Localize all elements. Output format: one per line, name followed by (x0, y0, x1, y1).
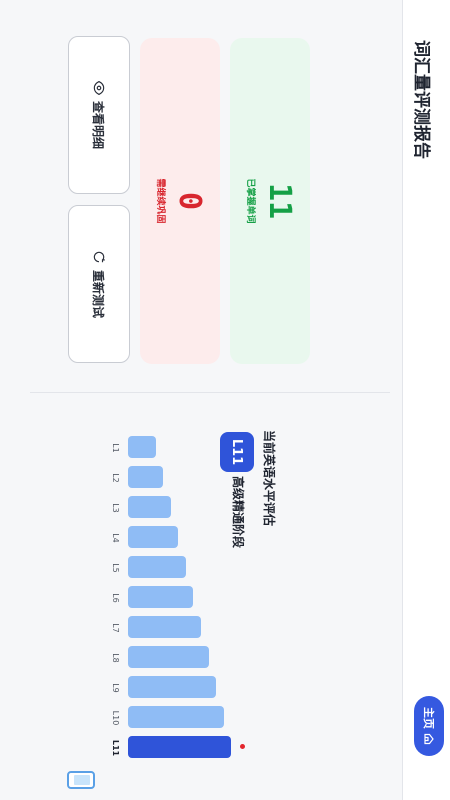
retest-button[interactable]: 重新测试 (68, 205, 130, 363)
level-label-l3: L3 (111, 503, 120, 513)
level-label-l6: L6 (111, 593, 120, 603)
level-label-l8: L8 (111, 653, 120, 663)
level-label-l2: L2 (111, 473, 120, 483)
eye-icon (93, 80, 105, 95)
section-divider (30, 392, 390, 393)
review-label: 需继续巩固 (155, 178, 166, 224)
level-label-l9: L9 (111, 683, 120, 693)
phone-illustration-icon (67, 771, 95, 789)
review-count: 0 (172, 191, 208, 211)
level-bar-l10 (128, 706, 224, 728)
current-level-marker (240, 744, 245, 749)
level-label-l5: L5 (111, 563, 120, 573)
level-bar-l6 (128, 586, 193, 608)
level-bar-l9 (128, 676, 216, 698)
refresh-icon (93, 251, 105, 263)
view-detail-button[interactable]: 查看明细 (68, 36, 130, 194)
review-card: 0 需继续巩固 (140, 38, 220, 364)
level-label-l10: L10 (111, 710, 120, 726)
level-label-l4: L4 (111, 533, 120, 543)
level-bar-l8 (128, 646, 209, 668)
level-bar-l2 (128, 466, 163, 488)
level-bar-l5 (128, 556, 186, 578)
level-bar-l1 (128, 436, 156, 458)
retest-label: 重新测试 (91, 269, 106, 318)
level-bar-l7 (128, 616, 201, 638)
level-bar-l3 (128, 496, 171, 518)
view-detail-label: 查看明细 (91, 100, 106, 149)
mastered-label: 已掌握单词 (245, 178, 256, 224)
mastered-card: 11 已掌握单词 (230, 38, 310, 364)
level-label-l11: L11 (111, 739, 120, 757)
level-bar-l4 (128, 526, 178, 548)
page-title: 词汇量评测报告 (411, 40, 431, 159)
rotated-screen: 词汇量评测报告 主页 11 已掌握单词 0 需继续巩固 查看明细 重新测试 当前… (0, 0, 450, 800)
level-label-l1: L1 (111, 443, 120, 453)
mastered-count: 11 (262, 182, 298, 220)
level-bar-l11 (128, 736, 231, 758)
level-bar-chart: L1 L2 L3 L4 L5 L6 L7 L8 L9 L10 L11 (0, 426, 450, 766)
level-label-l7: L7 (111, 623, 120, 633)
